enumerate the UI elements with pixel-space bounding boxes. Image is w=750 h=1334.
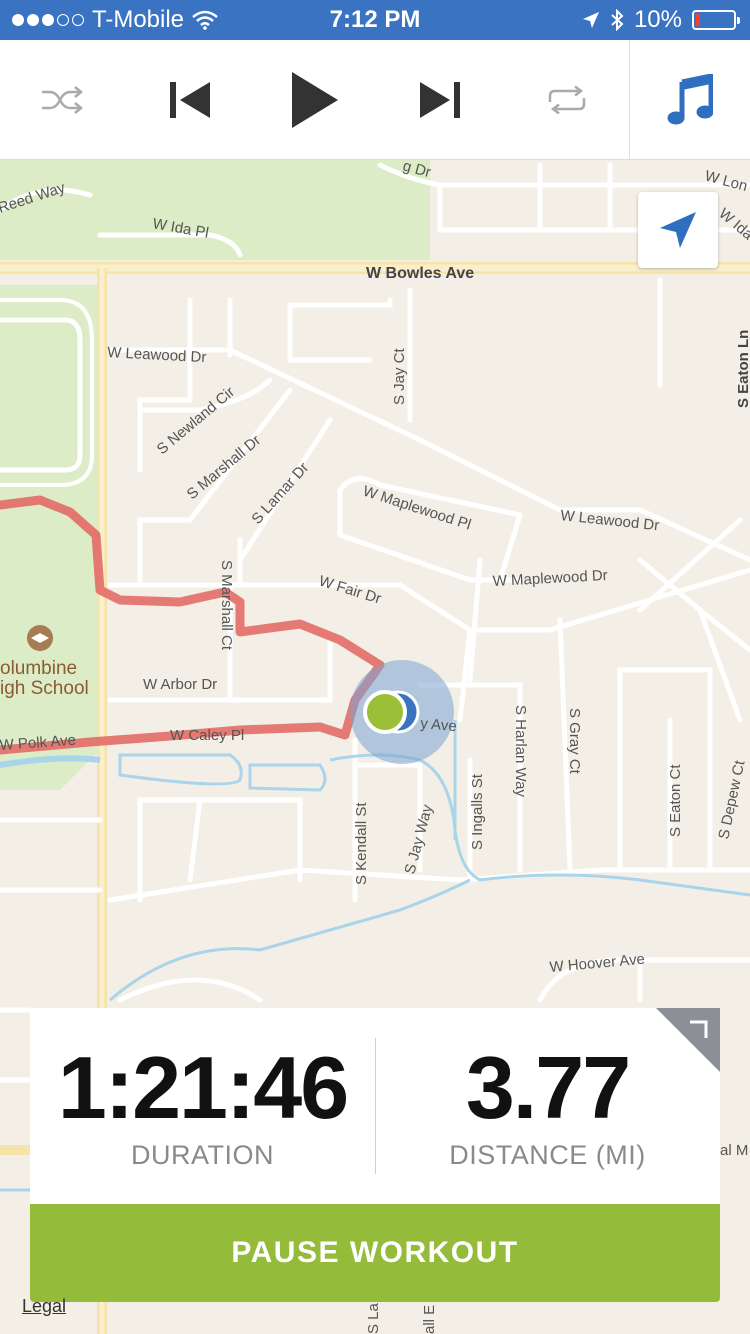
street-label: S Marshall Ct [218,560,235,651]
music-controls [0,40,750,160]
recenter-location-button[interactable] [638,192,718,268]
school-grounds [0,285,100,790]
battery-icon [692,10,740,30]
street-label: S Ingalls St [469,773,486,850]
street-label: W Arbor Dr [143,676,217,693]
navigation-arrow-icon [660,212,696,248]
pause-workout-button[interactable]: PAUSE WORKOUT [30,1204,720,1302]
status-bar: T-Mobile 7:12 PM 10% [0,0,750,40]
distance-label: DISTANCE (MI) [449,1140,646,1170]
current-position-marker [363,690,407,734]
street-label: W Caley Pl [170,727,244,744]
shuffle-icon [42,86,83,114]
next-track-icon [420,82,460,118]
location-arrow-icon [582,12,599,28]
street-label: S Eaton Ln [735,330,750,408]
street-label: S Gray Ct [566,708,583,775]
play-icon [292,72,338,128]
street-label: S Kendall St [353,802,370,885]
street-label: all E [421,1305,438,1334]
street-label: y Ave [420,715,458,735]
street-label: S Eaton Ct [667,764,684,837]
duration-label: DURATION [131,1140,274,1170]
school-label: olumbine [0,658,77,679]
play-button[interactable] [275,40,355,160]
park-area [0,160,430,260]
repeat-icon [548,86,586,114]
street-label: al M [720,1142,748,1159]
next-track-button[interactable] [400,40,480,160]
legal-link[interactable]: Legal [22,1296,66,1317]
street-label: S La [365,1302,382,1334]
workout-stats-card: 1:21:46 DURATION 3.77 DISTANCE (MI) [30,1008,720,1204]
street-label: S Jay Ct [391,347,408,405]
battery-percent: 10% [633,6,682,33]
shuffle-button[interactable] [22,40,102,160]
duration-value: 1:21:46 [57,1038,349,1137]
bluetooth-icon [611,9,624,31]
repeat-button[interactable] [527,40,607,160]
expand-stats-button[interactable] [656,1008,720,1072]
street-label: W Bowles Ave [366,265,474,282]
duration-stat: 1:21:46 DURATION [30,1008,375,1204]
school-label: igh School [0,678,89,699]
music-note-icon [667,74,713,125]
previous-track-button[interactable] [150,40,230,160]
music-library-button[interactable] [629,40,750,160]
expand-corner-icon [690,1020,708,1038]
previous-track-icon [170,82,210,118]
street-label: S Harlan Way [512,705,529,797]
